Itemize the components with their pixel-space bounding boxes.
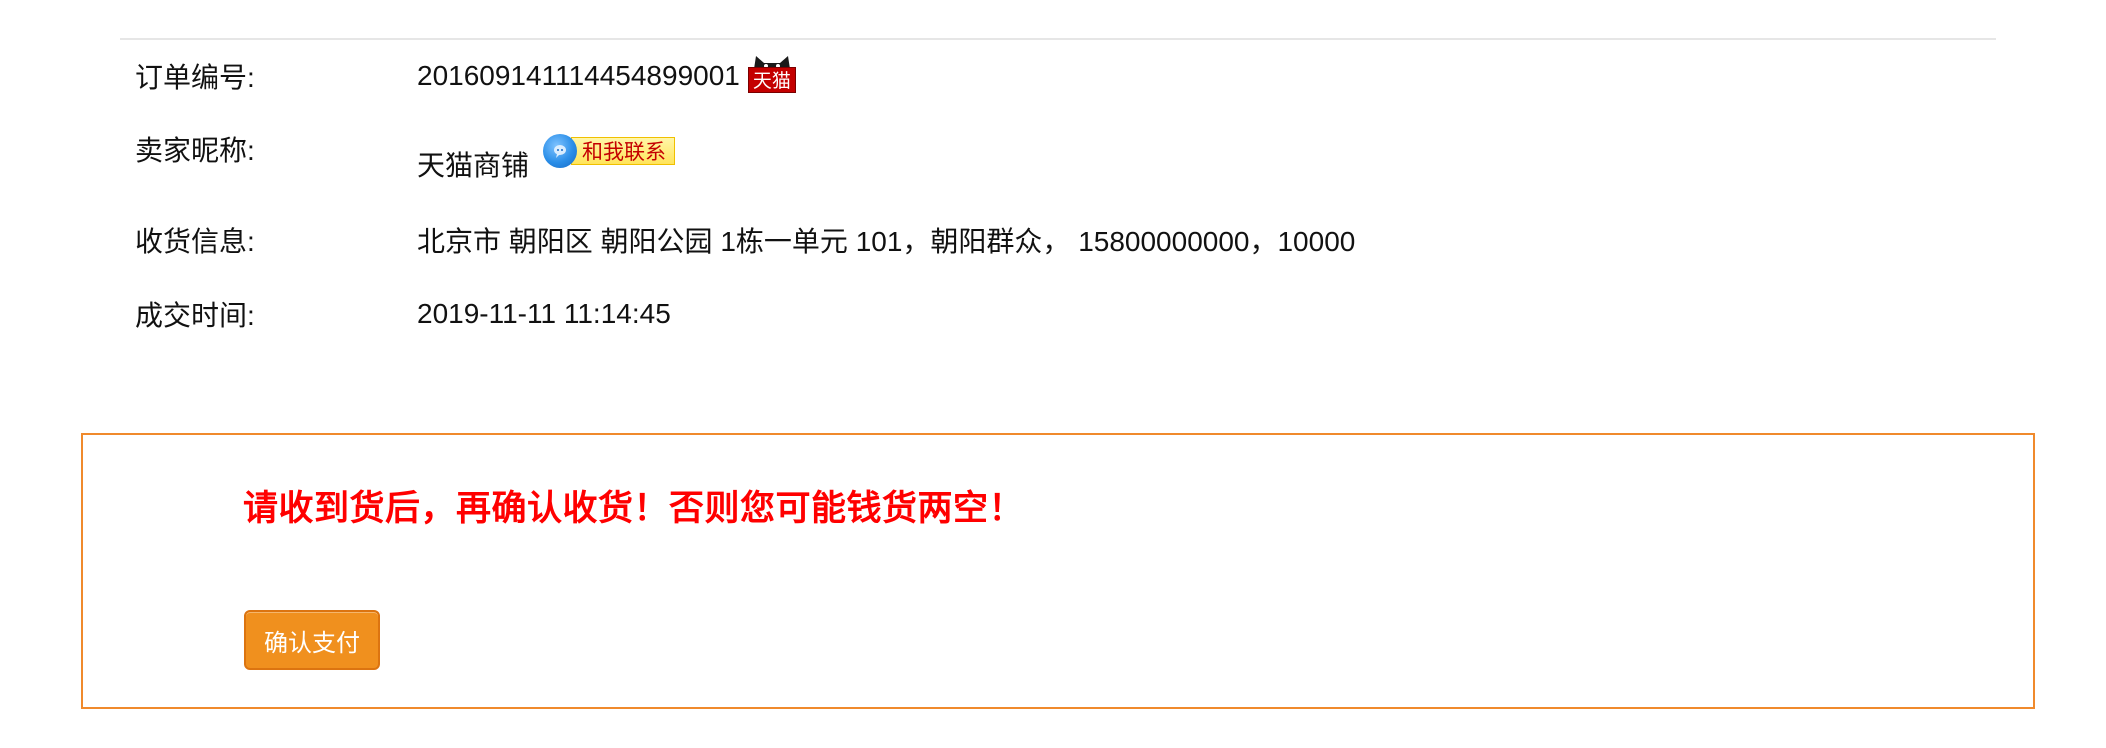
seller-field: 天猫商铺 和我联系 [417,134,676,184]
shipping-info-row: 收货信息: 北京市 朝阳区 朝阳公园 1栋一单元 101，朝阳群众， 15800… [135,218,1835,262]
chat-bubble-graphic [554,145,567,158]
shipping-info-value: 北京市 朝阳区 朝阳公园 1栋一单元 101，朝阳群众， 15800000000… [417,226,1356,257]
contact-button-label: 和我联系 [571,137,676,165]
deal-time-row: 成交时间: 2019-11-11 11:14:45 [135,292,1835,336]
order-number-field: 201609141114454899001 天猫 [417,56,796,93]
order-number-row: 订单编号: 201609141114454899001 天猫 [135,54,1835,98]
seller-row: 卖家昵称: 天猫商铺 和我联系 [135,134,1835,181]
seller-label: 卖家昵称: [135,135,255,166]
deal-time-value: 2019-11-11 11:14:45 [417,298,671,329]
tmall-cat-icon: 天猫 [747,55,796,93]
order-number-value: 201609141114454899001 [417,60,740,91]
top-divider [120,38,1996,40]
order-number-label: 订单编号: [135,62,255,93]
tmall-badge-text: 天猫 [747,67,796,93]
seller-name-value: 天猫商铺 [417,150,530,181]
confirm-payment-button[interactable]: 确认支付 [244,610,380,670]
deal-time-label: 成交时间: [135,300,255,331]
confirm-receipt-panel: 请收到货后，再确认收货！否则您可能钱货两空！ 确认支付 [81,433,2035,709]
wangwang-chat-icon [543,134,578,168]
contact-seller-button[interactable]: 和我联系 [543,134,676,168]
shipping-info-label: 收货信息: [135,226,255,257]
warning-message: 请收到货后，再确认收货！否则您可能钱货两空！ [243,489,1025,528]
